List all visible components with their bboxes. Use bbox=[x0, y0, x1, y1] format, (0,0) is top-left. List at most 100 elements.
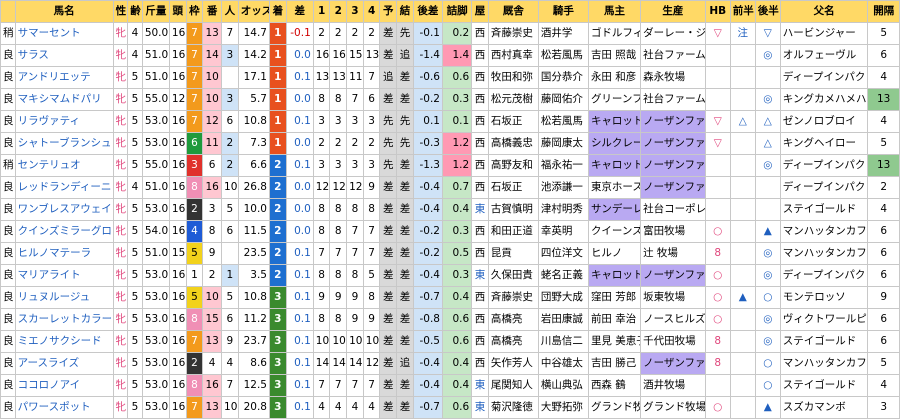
cell-tou: 12 bbox=[168, 88, 187, 111]
cell-name[interactable]: センテリュオ bbox=[14, 154, 114, 177]
cell-chaku: 2 bbox=[268, 154, 287, 177]
cell-tou: 15 bbox=[168, 242, 187, 265]
cell-sa: 0.1 bbox=[285, 154, 314, 177]
column-header[interactable]: 後差 bbox=[412, 0, 443, 23]
cell-kyusha: 牧田和弥 bbox=[487, 66, 539, 89]
table-row[interactable]: 良クインズミラーグロ牝 5 54.0 16 4 8 6 11.5 2 0.0 8 8 7 7 差差 -0.2 0… bbox=[0, 220, 900, 243]
cell-banushi: シルクレーシ bbox=[587, 132, 642, 155]
cell-name[interactable]: マリアライト bbox=[14, 264, 114, 287]
table-row[interactable]: 良シャトーブランシュ牝 5 53.0 16 6 11 2 7.3 1 0.0 2 2 2 2 先先 -0.3 1… bbox=[0, 132, 900, 155]
cell-p3: 8 bbox=[346, 264, 364, 287]
cell-name[interactable]: アースライズ bbox=[14, 352, 114, 375]
table-row[interactable]: 良リラヴァティ牝 5 53.0 16 7 12 6 10.8 1 0.1 3 3 3 3 先先 0.1 0.1 西… bbox=[0, 110, 900, 133]
table-row[interactable]: 良スカーレットカラー牝 5 53.0 16 8 15 6 11.2 3 0.1 8 8 9 9 差差 -0.8… bbox=[0, 308, 900, 331]
cell-name[interactable]: ヒルノマテーラ bbox=[14, 242, 114, 265]
cell-atosa: -0.7 bbox=[412, 286, 443, 309]
column-header[interactable]: 結 bbox=[396, 0, 414, 23]
cell-ketsu: 差 bbox=[396, 308, 414, 331]
column-header[interactable]: 頭 bbox=[168, 0, 187, 23]
cell-hb bbox=[704, 66, 731, 89]
cell-name[interactable]: サラス bbox=[14, 44, 114, 67]
cell-name[interactable]: ミエノサクシード bbox=[14, 330, 114, 353]
cell-age: 5 bbox=[127, 374, 143, 397]
cell-chichi: マンハッタンカフェ bbox=[779, 220, 869, 243]
column-header[interactable]: 騎手 bbox=[537, 0, 589, 23]
cell-banushi: クイーンズ・ bbox=[587, 220, 642, 243]
cell-name[interactable]: リュヌルージュ bbox=[14, 286, 114, 309]
cell-nin: 10 bbox=[221, 396, 239, 419]
cell-name[interactable]: シャトーブランシュ bbox=[14, 132, 114, 155]
column-header[interactable]: 番 bbox=[202, 0, 223, 23]
cell-name[interactable]: サマーセント bbox=[14, 22, 114, 45]
cell-ban: 13 bbox=[202, 396, 223, 419]
column-header[interactable]: 齢 bbox=[127, 0, 143, 23]
column-header[interactable]: 性 bbox=[112, 0, 129, 23]
cell-kishu: 四位洋文 bbox=[537, 242, 589, 265]
table-row[interactable]: 良アースライズ牝 5 53.0 16 2 4 4 8.6 3 0.1 14 14 14 12 差追 -0.4 0… bbox=[0, 352, 900, 375]
column-header[interactable]: 屋 bbox=[471, 0, 489, 23]
column-header[interactable]: 4 bbox=[362, 0, 381, 23]
column-header[interactable]: 3 bbox=[346, 0, 364, 23]
cell-kou: ◎ bbox=[754, 264, 781, 287]
cell-name[interactable]: クインズミラーグロ bbox=[14, 220, 114, 243]
column-header[interactable]: 後半 bbox=[754, 0, 781, 23]
column-header[interactable]: 生産 bbox=[640, 0, 706, 23]
column-header[interactable]: 枠 bbox=[185, 0, 204, 23]
column-header[interactable]: 斤量 bbox=[141, 0, 170, 23]
cell-hb: ○ bbox=[704, 308, 731, 331]
table-row[interactable]: 稍センテリュオ牝 5 55.0 16 3 6 2 6.6 2 0.1 3 3 3 3 先差 -1.3 1.2 西高… bbox=[0, 154, 900, 177]
cell-name[interactable]: ココロノアイ bbox=[14, 374, 114, 397]
cell-baba: 良 bbox=[0, 88, 16, 111]
cell-kankaku: 6 bbox=[867, 264, 900, 287]
column-header[interactable]: 父名 bbox=[779, 0, 869, 23]
cell-kishu: 団野大成 bbox=[537, 286, 589, 309]
table-row[interactable]: 良ヒルノマテーラ牝 5 51.0 15 5 9 23.5 2 0.1 7 7 7 7 差差 -0.2 0.5 西… bbox=[0, 242, 900, 265]
column-header[interactable]: 馬主 bbox=[587, 0, 642, 23]
cell-name[interactable]: マキシマムドパリ bbox=[14, 88, 114, 111]
cell-name[interactable]: パワースポット bbox=[14, 396, 114, 419]
column-header[interactable]: 人 bbox=[221, 0, 239, 23]
table-row[interactable]: 良ワンブレスアウェイ牝 5 53.0 16 2 3 5 10.0 2 0.0 8 8 8 8 差差 -0.4 0… bbox=[0, 198, 900, 221]
cell-p3: 9 bbox=[346, 308, 364, 331]
table-row[interactable]: 良ミエノサクシード牝 5 53.0 16 7 13 9 23.7 3 0.1 10 10 10 10 差差 -… bbox=[0, 330, 900, 353]
cell-name[interactable]: スカーレットカラー bbox=[14, 308, 114, 331]
column-header[interactable]: 馬名 bbox=[14, 0, 114, 23]
cell-chichi: マンハッタンカフェ bbox=[779, 352, 869, 375]
cell-name[interactable]: アンドリエッテ bbox=[14, 66, 114, 89]
cell-p2: 2 bbox=[329, 132, 348, 155]
cell-p2: 8 bbox=[329, 198, 348, 221]
column-header[interactable]: 差 bbox=[285, 0, 314, 23]
column-header[interactable]: 厩舎 bbox=[487, 0, 539, 23]
table-row[interactable]: 良マキシマムドパリ牝 5 55.0 12 7 10 3 5.7 1 0.0 8 8 7 6 差差 -0.2 0.… bbox=[0, 88, 900, 111]
column-header[interactable] bbox=[0, 0, 16, 23]
cell-name[interactable]: リラヴァティ bbox=[14, 110, 114, 133]
cell-kin: 53.0 bbox=[141, 308, 170, 331]
table-row[interactable]: 良リュヌルージュ牝 5 53.0 16 5 10 5 10.8 3 0.1 9 9 9 8 差差 -0.7 0.… bbox=[0, 286, 900, 309]
column-header[interactable]: 1 bbox=[312, 0, 331, 23]
column-header[interactable]: 予 bbox=[379, 0, 398, 23]
cell-kou: ◎ bbox=[754, 44, 781, 67]
cell-kankaku: 6 bbox=[867, 220, 900, 243]
table-row[interactable]: 良パワースポット牝 5 53.0 16 7 13 10 20.8 3 0.1 4 4 4 4 差差 -0.7 0… bbox=[0, 396, 900, 419]
table-row[interactable]: 良サラス牝 4 51.0 16 7 14 3 14.2 1 0.0 16 16 15 13 差追 -1.4 1.… bbox=[0, 44, 900, 67]
column-header[interactable]: 前半 bbox=[729, 0, 756, 23]
table-row[interactable]: 良レッドランディーニ牝 4 51.0 16 8 16 10 26.8 2 0.0 12 12 12 9 差差… bbox=[0, 176, 900, 199]
cell-ya: 西 bbox=[471, 242, 489, 265]
cell-hb: ▽ bbox=[704, 22, 731, 45]
cell-yo: 差 bbox=[379, 88, 398, 111]
cell-name[interactable]: レッドランディーニ bbox=[14, 176, 114, 199]
table-row[interactable]: 良マリアライト牝 5 53.0 16 1 2 1 3.5 2 0.1 8 8 8 5 差差 -0.4 0.3 東久… bbox=[0, 264, 900, 287]
table-row[interactable]: 稍サマーセント牝 4 50.0 16 7 13 7 14.7 1 -0.1 2 2 2 2 差先 -0.1 0.… bbox=[0, 22, 900, 45]
cell-ban: 13 bbox=[202, 330, 223, 353]
cell-p4: 9 bbox=[362, 176, 381, 199]
column-header[interactable]: HB bbox=[704, 0, 731, 23]
cell-name[interactable]: ワンブレスアウェイ bbox=[14, 198, 114, 221]
column-header[interactable]: 詰脚 bbox=[441, 0, 473, 23]
column-header[interactable]: 着 bbox=[268, 0, 287, 23]
table-row[interactable]: 良アンドリエッテ牝 5 51.0 16 7 10 17.1 1 0.1 13 13 11 7 追差 -0.6… bbox=[0, 66, 900, 89]
cell-yo: 差 bbox=[379, 330, 398, 353]
column-header[interactable]: オッズ bbox=[237, 0, 270, 23]
table-row[interactable]: 良ココロノアイ牝 5 53.0 16 8 16 7 12.5 3 0.1 7 7 7 7 差差 -0.4 0.4… bbox=[0, 374, 900, 397]
column-header[interactable]: 開隔 bbox=[867, 0, 900, 23]
column-header[interactable]: 2 bbox=[329, 0, 348, 23]
